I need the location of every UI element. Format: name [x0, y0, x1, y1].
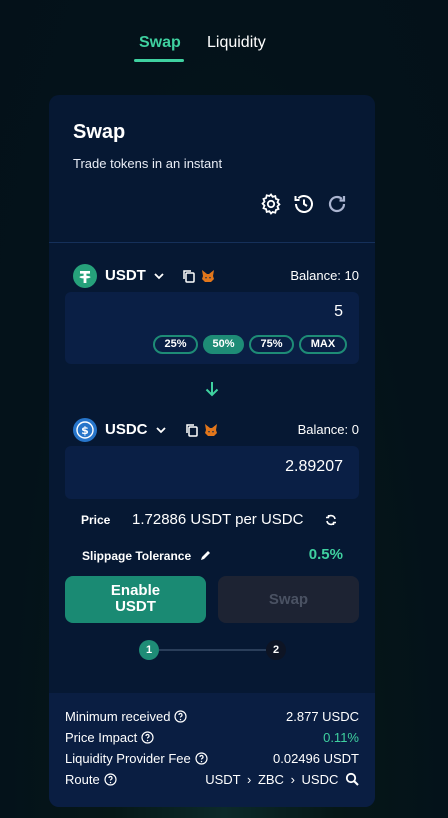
- route-separator: ›: [290, 772, 295, 787]
- from-amount-input[interactable]: 5: [334, 303, 343, 321]
- route-row: Route USDT › ZBC › USDC: [65, 772, 359, 790]
- enable-usdt-button[interactable]: Enable USDT: [65, 576, 206, 623]
- route-label: Route: [65, 772, 100, 787]
- to-amount-box[interactable]: 2.89207: [65, 446, 359, 499]
- history-icon[interactable]: [292, 192, 316, 216]
- lp-fee-label: Liquidity Provider Fee: [65, 751, 191, 766]
- price-impact-label: Price Impact: [65, 730, 138, 745]
- route-token: USDC: [301, 772, 339, 787]
- from-amount-box[interactable]: 5 25% 50% 75% MAX: [65, 292, 359, 364]
- route-token: USDT: [205, 772, 241, 787]
- chevron-down-icon[interactable]: [153, 270, 165, 282]
- tab-swap[interactable]: Swap: [139, 34, 181, 52]
- card-title: Swap: [73, 121, 126, 143]
- copy-icon[interactable]: [184, 422, 200, 438]
- copy-icon[interactable]: [181, 268, 197, 284]
- enable-button-line1: Enable: [110, 582, 161, 599]
- help-icon[interactable]: [195, 752, 208, 765]
- min-received-row: Minimum received 2.877 USDC: [65, 709, 359, 727]
- to-amount-input[interactable]: 2.89207: [285, 458, 343, 476]
- refresh-icon[interactable]: [325, 192, 349, 216]
- price-impact-row: Price Impact 0.11%: [65, 730, 359, 748]
- percent-75-button[interactable]: 75%: [249, 335, 294, 354]
- from-balance: Balance: 10: [290, 268, 359, 283]
- invert-price-icon[interactable]: [324, 513, 338, 527]
- top-nav: Swap Liquidity: [0, 26, 448, 66]
- metamask-fox-icon[interactable]: [203, 422, 219, 438]
- from-token-select[interactable]: USDT: [105, 267, 146, 284]
- card-subtitle: Trade tokens in an instant: [73, 156, 223, 171]
- svg-text:$: $: [81, 424, 89, 437]
- usdc-logo-icon: $: [73, 418, 97, 442]
- help-icon[interactable]: [141, 731, 154, 744]
- route-separator: ›: [246, 772, 252, 787]
- active-tab-indicator: [134, 59, 184, 62]
- search-icon[interactable]: [345, 772, 359, 786]
- to-token-select[interactable]: USDC: [105, 421, 148, 438]
- step-1-indicator: 1: [139, 640, 159, 660]
- usdt-logo-icon: [73, 264, 97, 288]
- swap-card: Swap Trade tokens in an instant USDT Bal…: [49, 95, 375, 807]
- trade-details: Minimum received 2.877 USDC Price Impact…: [49, 693, 375, 807]
- slippage-value: 0.5%: [308, 546, 343, 563]
- step-2-indicator: 2: [266, 640, 286, 660]
- to-balance: Balance: 0: [297, 422, 359, 437]
- divider: [49, 242, 375, 243]
- min-received-value: 2.877 USDC: [286, 709, 359, 724]
- swap-direction-arrow-icon[interactable]: [203, 380, 221, 398]
- pencil-icon[interactable]: [199, 549, 212, 562]
- tab-liquidity[interactable]: Liquidity: [207, 34, 266, 52]
- enable-button-line2: USDT: [115, 598, 156, 615]
- swap-button[interactable]: Swap: [218, 576, 359, 623]
- step-connector: [159, 649, 266, 651]
- metamask-fox-icon[interactable]: [200, 268, 216, 284]
- help-icon[interactable]: [104, 773, 117, 786]
- route-path: USDT › ZBC › USDC: [205, 772, 359, 787]
- price-label: Price: [81, 513, 111, 527]
- route-token: ZBC: [257, 772, 284, 787]
- from-token-row: USDT Balance: 10: [73, 264, 359, 288]
- chevron-down-icon[interactable]: [155, 424, 167, 436]
- to-token-row: $ USDC Balance: 0: [73, 418, 359, 442]
- price-value: 1.72886 USDT per USDC: [132, 511, 304, 528]
- min-received-label: Minimum received: [65, 709, 171, 724]
- percent-25-button[interactable]: 25%: [153, 335, 198, 354]
- gear-icon[interactable]: [259, 192, 283, 216]
- price-impact-value: 0.11%: [323, 730, 359, 745]
- max-button[interactable]: MAX: [299, 335, 347, 354]
- percent-50-button[interactable]: 50%: [203, 335, 244, 354]
- slippage-label: Slippage Tolerance: [82, 549, 192, 563]
- help-icon[interactable]: [174, 710, 188, 723]
- lp-fee-value: 0.02496 USDT: [273, 751, 359, 766]
- lp-fee-row: Liquidity Provider Fee 0.02496 USDT: [65, 751, 359, 769]
